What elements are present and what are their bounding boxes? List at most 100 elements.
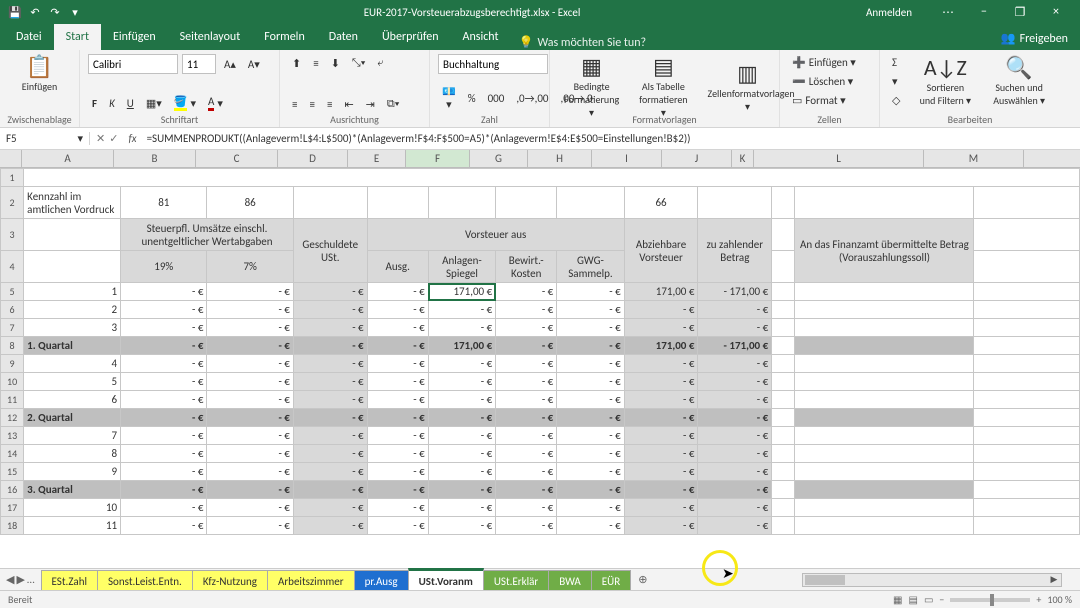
number-format-combo[interactable] <box>438 54 548 74</box>
cell[interactable] <box>698 187 772 219</box>
cell[interactable]: - € <box>367 391 428 409</box>
align-top-button[interactable]: ⬆ <box>288 55 305 72</box>
cell[interactable] <box>974 427 1080 445</box>
cell-q3[interactable]: 3. Quartal <box>24 481 121 499</box>
cell[interactable]: - € <box>367 319 428 337</box>
col-header-L[interactable]: L <box>754 150 924 167</box>
cell[interactable]: - € <box>624 391 698 409</box>
fill-color-button[interactable]: 🪣▾ <box>170 93 200 113</box>
paste-button[interactable]: 📋Einfügen <box>8 54 71 95</box>
cell[interactable]: - € <box>698 319 772 337</box>
cell[interactable]: - € <box>367 301 428 319</box>
cell[interactable] <box>795 337 974 355</box>
cell[interactable]: - € <box>207 283 293 301</box>
underline-button[interactable]: U <box>123 95 138 112</box>
cell[interactable]: - € <box>367 337 428 355</box>
insert-cells-button[interactable]: ➕Einfügen ▾ <box>788 54 871 71</box>
cell[interactable]: - € <box>207 463 293 481</box>
cell[interactable] <box>24 251 121 283</box>
cell[interactable]: - € <box>496 283 557 301</box>
col-header-D[interactable]: D <box>278 150 348 167</box>
comma-button[interactable]: 000 <box>484 90 509 107</box>
row-header[interactable]: 3 <box>1 219 24 251</box>
zoom-out-icon[interactable]: − <box>939 593 944 606</box>
accept-formula-icon[interactable]: ✓ <box>109 132 118 145</box>
format-as-table-button[interactable]: ▤Als Tabelle formatieren ▾ <box>633 54 693 121</box>
cell[interactable] <box>974 219 1080 251</box>
cell[interactable]: - € <box>207 337 293 355</box>
cell[interactable]: - € <box>367 481 428 499</box>
cell[interactable] <box>772 445 795 463</box>
cell[interactable]: - € <box>557 409 624 427</box>
save-icon[interactable]: 💾 <box>8 5 22 19</box>
cell[interactable]: - € <box>557 301 624 319</box>
sheet-tab-ustvoranm[interactable]: USt.Voranm <box>408 568 484 592</box>
cell[interactable] <box>772 283 795 301</box>
tab-daten[interactable]: Daten <box>317 24 370 50</box>
cell[interactable]: - € <box>557 427 624 445</box>
cell[interactable] <box>795 301 974 319</box>
font-size-combo[interactable] <box>182 54 216 74</box>
cell-abziehbare[interactable]: Abziehbare Vorsteuer <box>624 219 698 283</box>
zoom-in-icon[interactable]: + <box>1036 593 1041 606</box>
cell[interactable] <box>974 373 1080 391</box>
cell[interactable]: - € <box>624 409 698 427</box>
indent-dec-button[interactable]: ⇤ <box>340 96 357 113</box>
cell[interactable]: - € <box>624 481 698 499</box>
col-header-C[interactable]: C <box>196 150 278 167</box>
scroll-thumb[interactable] <box>805 575 845 585</box>
cell[interactable]: - € <box>293 463 367 481</box>
cell[interactable]: - € <box>624 463 698 481</box>
clear-button[interactable]: ◇ <box>888 92 904 109</box>
sheet-nav-prev[interactable]: ◀ <box>6 573 14 586</box>
cell[interactable] <box>974 301 1080 319</box>
cell[interactable]: - € <box>367 355 428 373</box>
cell[interactable]: - € <box>698 301 772 319</box>
sheet-tab-arbeitszimmer[interactable]: Arbeitszimmer <box>267 570 355 592</box>
row-header[interactable]: 17 <box>1 499 24 517</box>
cell[interactable]: - € <box>207 319 293 337</box>
cell[interactable]: - € <box>121 445 207 463</box>
col-header-K[interactable]: K <box>732 150 754 167</box>
format-cells-button[interactable]: ▭Format ▾ <box>788 92 871 109</box>
cell[interactable]: 11 <box>24 517 121 535</box>
cell-ausg[interactable]: Ausg. <box>367 251 428 283</box>
tab-formeln[interactable]: Formeln <box>252 24 316 50</box>
cell[interactable]: - € <box>557 463 624 481</box>
cell[interactable] <box>974 319 1080 337</box>
tab-einfuegen[interactable]: Einfügen <box>101 24 168 50</box>
cell[interactable]: - € <box>428 319 495 337</box>
cell[interactable]: 2 <box>24 301 121 319</box>
cell[interactable]: - € <box>367 445 428 463</box>
cell[interactable]: - € <box>557 283 624 301</box>
cell[interactable]: 1 <box>24 283 121 301</box>
view-normal-icon[interactable]: ▦ <box>893 593 902 606</box>
merge-button[interactable]: ⧉▾ <box>383 95 403 113</box>
col-header-I[interactable]: I <box>592 150 662 167</box>
cell[interactable]: - € <box>496 517 557 535</box>
cell[interactable]: - € <box>698 517 772 535</box>
cell[interactable]: 7 <box>24 427 121 445</box>
cell-merge-umsaetze[interactable]: Steuerpfl. Umsätze einschl. unentgeltlic… <box>121 219 294 251</box>
tell-me[interactable]: 💡Was möchten Sie tun? <box>519 35 647 50</box>
row-header[interactable]: 18 <box>1 517 24 535</box>
cell[interactable]: - € <box>624 499 698 517</box>
sheet-tab-estzahl[interactable]: ESt.Zahl <box>41 570 98 592</box>
cell[interactable] <box>795 319 974 337</box>
cell[interactable]: 5 <box>24 373 121 391</box>
cell[interactable] <box>772 187 795 219</box>
bold-button[interactable]: F <box>88 95 101 112</box>
cell[interactable]: - € <box>121 301 207 319</box>
cell[interactable]: - € <box>698 427 772 445</box>
row-header[interactable]: 5 <box>1 283 24 301</box>
cell[interactable]: - € <box>428 409 495 427</box>
cell[interactable] <box>293 187 367 219</box>
tab-start[interactable]: Start <box>54 24 101 50</box>
row-header[interactable]: 16 <box>1 481 24 499</box>
cell[interactable] <box>772 373 795 391</box>
cell[interactable]: 171,00 € <box>624 283 698 301</box>
sheet-tab-bwa[interactable]: BWA <box>548 570 592 592</box>
cell[interactable]: - € <box>121 481 207 499</box>
sheet-tab-usterklr[interactable]: USt.Erklär <box>483 570 549 592</box>
cell[interactable]: - € <box>496 301 557 319</box>
